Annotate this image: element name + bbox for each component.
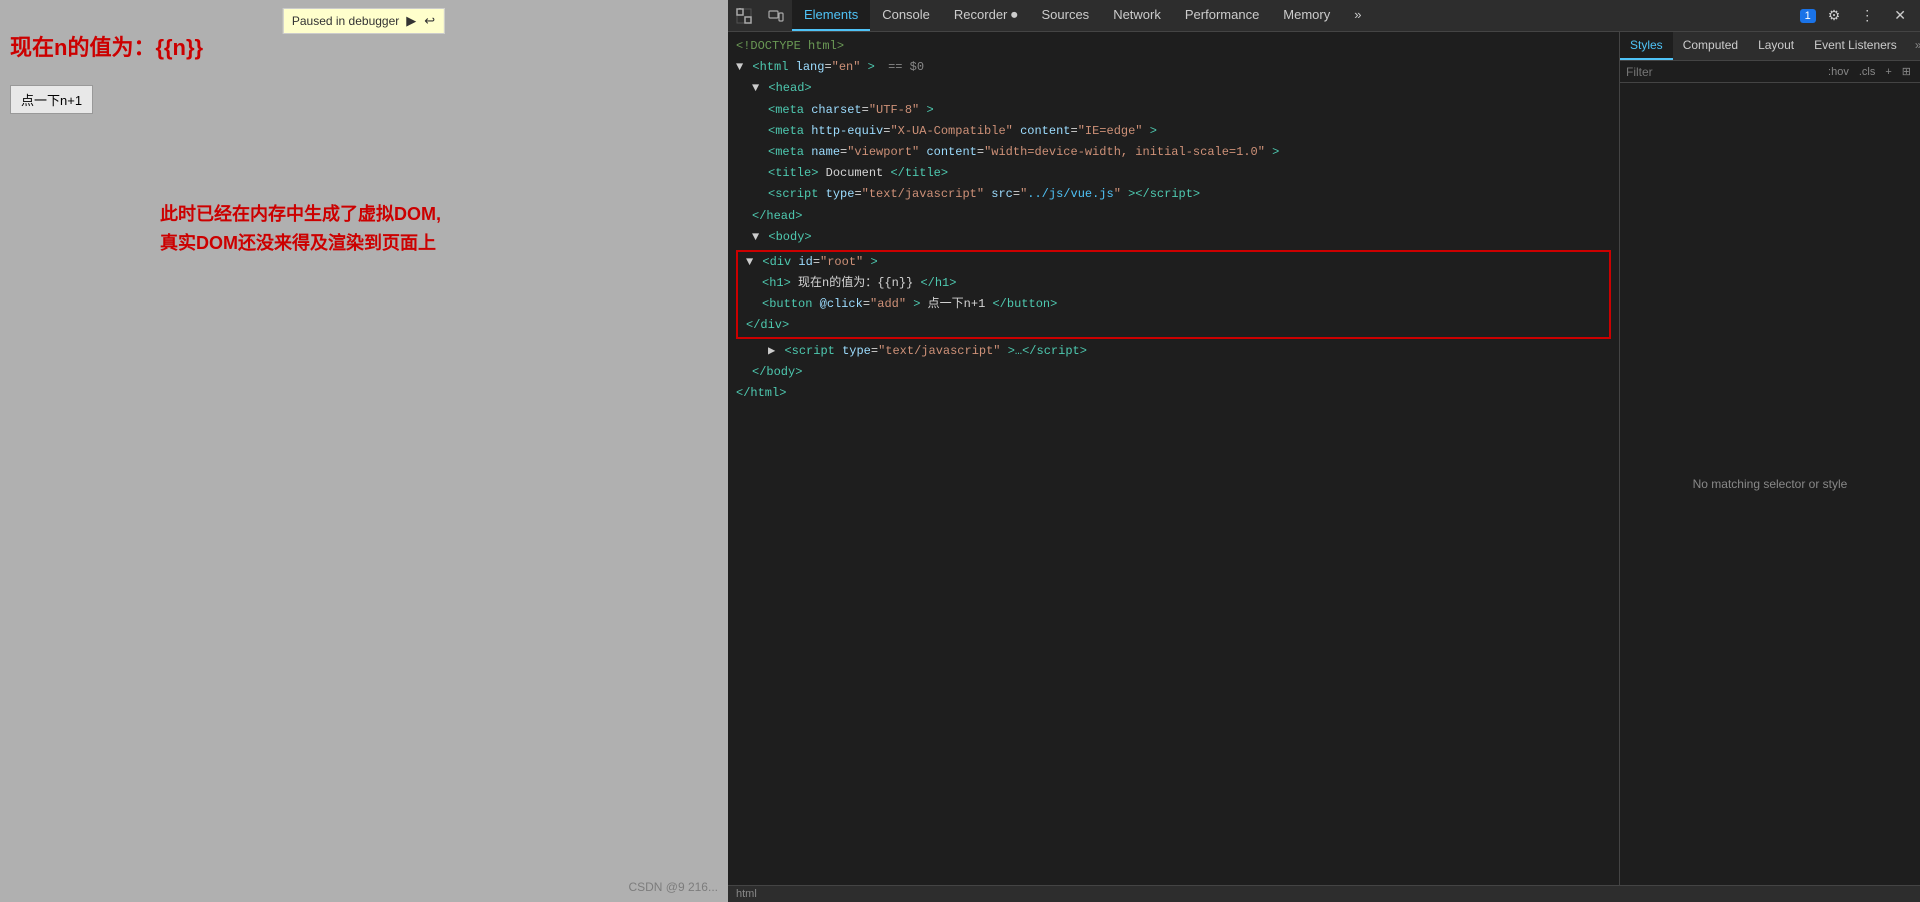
webpage-panel: Paused in debugger ▶ ↩ 现在n的值为：{{n}} 点一下n… (0, 0, 728, 902)
dom-html-line[interactable]: ▼ <html lang="en" > == $0 (728, 57, 1619, 78)
dom-body-line[interactable]: ▼ <body> (728, 227, 1619, 248)
dom-title-line[interactable]: <title> Document </title> (728, 163, 1619, 184)
resume-button[interactable]: ▶ (405, 12, 417, 30)
dom-h1-line[interactable]: <h1> 现在n的值为：{{n}} </h1> (738, 273, 1609, 294)
styles-filter-input[interactable] (1626, 65, 1821, 79)
styles-tab-more[interactable]: » (1907, 32, 1920, 60)
collapse-script-arrow[interactable]: ▶ (768, 344, 775, 358)
step-icon: ↩ (424, 13, 435, 29)
dom-script-inline-line[interactable]: ▶ <script type="text/javascript" >…</scr… (728, 341, 1619, 362)
cls-button[interactable]: .cls (1856, 64, 1879, 79)
debugger-banner: Paused in debugger ▶ ↩ (283, 8, 445, 34)
increment-button[interactable]: 点一下n+1 (10, 85, 93, 114)
dom-head-close-line[interactable]: </head> (728, 206, 1619, 227)
dom-div-close-line[interactable]: </div> (738, 315, 1609, 336)
styles-panel: Styles Computed Layout Event Listeners »… (1620, 32, 1920, 885)
devtools-statusbar: html (728, 885, 1920, 902)
styles-tab-computed[interactable]: Computed (1673, 32, 1748, 60)
dom-root-highlighted-block: ▼ <div id="root" > <h1> 现在n的值为：{{n}} </h… (736, 250, 1611, 339)
dom-selected-path: html (736, 888, 757, 900)
dollar0-ref: == $0 (888, 60, 924, 74)
styles-filter-buttons: :hov .cls + ⊞ (1825, 64, 1914, 79)
collapse-body-arrow[interactable]: ▼ (752, 230, 759, 244)
no-style-message: No matching selector or style (1693, 477, 1848, 491)
inspect-element-button[interactable] (728, 4, 760, 28)
dom-script-vue-line[interactable]: <script type="text/javascript" src="../j… (728, 184, 1619, 205)
styles-tab-event-listeners[interactable]: Event Listeners (1804, 32, 1907, 60)
styles-filter-row: :hov .cls + ⊞ (1620, 61, 1920, 83)
styles-tabs: Styles Computed Layout Event Listeners » (1620, 32, 1920, 61)
tab-recorder[interactable]: Recorder ⏺ (942, 0, 1030, 31)
more-style-button[interactable]: ⊞ (1899, 64, 1914, 79)
dom-html-close-line[interactable]: </html> (728, 383, 1619, 404)
html-open-tag: < (752, 60, 759, 74)
styles-tab-layout[interactable]: Layout (1748, 32, 1804, 60)
tab-elements[interactable]: Elements (792, 0, 870, 31)
tab-network[interactable]: Network (1101, 0, 1173, 31)
tab-console[interactable]: Console (870, 0, 942, 31)
step-button[interactable]: ↩ (423, 12, 436, 30)
devtools-content: <!DOCTYPE html> ▼ <html lang="en" > == $… (728, 32, 1920, 885)
collapse-head-arrow[interactable]: ▼ (752, 81, 759, 95)
page-title: 现在n的值为：{{n}} (10, 30, 203, 62)
tab-performance[interactable]: Performance (1173, 0, 1271, 31)
styles-content: No matching selector or style (1620, 83, 1920, 885)
dom-button-line[interactable]: <button @click="add" > 点一下n+1 </button> (738, 294, 1609, 315)
devtools-panel: Elements Console Recorder ⏺ Sources Netw… (728, 0, 1920, 902)
debugger-banner-text: Paused in debugger (292, 14, 399, 28)
dom-head-line[interactable]: ▼ <head> (728, 78, 1619, 99)
tab-memory[interactable]: Memory (1271, 0, 1342, 31)
dom-meta-charset-line[interactable]: <meta charset="UTF-8" > (728, 100, 1619, 121)
resume-icon: ▶ (406, 13, 416, 29)
annotation-text: 此时已经在内存中生成了虚拟DOM, 真实DOM还没来得及渲染到页面上 (160, 200, 441, 258)
dom-panel[interactable]: <!DOCTYPE html> ▼ <html lang="en" > == $… (728, 32, 1620, 885)
devtools-toolbar: Elements Console Recorder ⏺ Sources Netw… (728, 0, 1920, 32)
tab-sources[interactable]: Sources (1029, 0, 1101, 31)
settings-button[interactable]: ⚙ (1820, 3, 1849, 28)
inspect-icon (736, 8, 752, 24)
devtools-right-icons: 1 ⚙ ⋮ ✕ (1800, 3, 1920, 28)
annotation-line2: 真实DOM还没来得及渲染到页面上 (160, 229, 441, 258)
dom-meta-viewport-line[interactable]: <meta name="viewport" content="width=dev… (728, 142, 1619, 163)
dom-doctype-line[interactable]: <!DOCTYPE html> (728, 36, 1619, 57)
close-devtools-button[interactable]: ✕ (1886, 3, 1914, 28)
annotation-line1: 此时已经在内存中生成了虚拟DOM, (160, 200, 441, 229)
dom-meta-compat-line[interactable]: <meta http-equiv="X-UA-Compatible" conte… (728, 121, 1619, 142)
collapse-html-arrow[interactable]: ▼ (736, 60, 743, 74)
styles-tab-styles[interactable]: Styles (1620, 32, 1673, 60)
device-icon (768, 8, 784, 24)
tab-more[interactable]: » (1342, 0, 1373, 31)
dom-body-close-line[interactable]: </body> (728, 362, 1619, 383)
device-toolbar-button[interactable] (760, 4, 792, 28)
watermark: CSDN @9 216... (628, 880, 718, 894)
add-style-button[interactable]: + (1882, 64, 1894, 79)
hov-button[interactable]: :hov (1825, 64, 1852, 79)
doctype-text: <!DOCTYPE html> (736, 39, 844, 53)
dom-div-root-line[interactable]: ▼ <div id="root" > (738, 252, 1609, 273)
devtools-tabs: Elements Console Recorder ⏺ Sources Netw… (792, 0, 1800, 31)
collapse-div-arrow[interactable]: ▼ (746, 255, 753, 269)
tab-counter-badge: 1 (1800, 9, 1816, 23)
more-options-button[interactable]: ⋮ (1852, 3, 1882, 28)
